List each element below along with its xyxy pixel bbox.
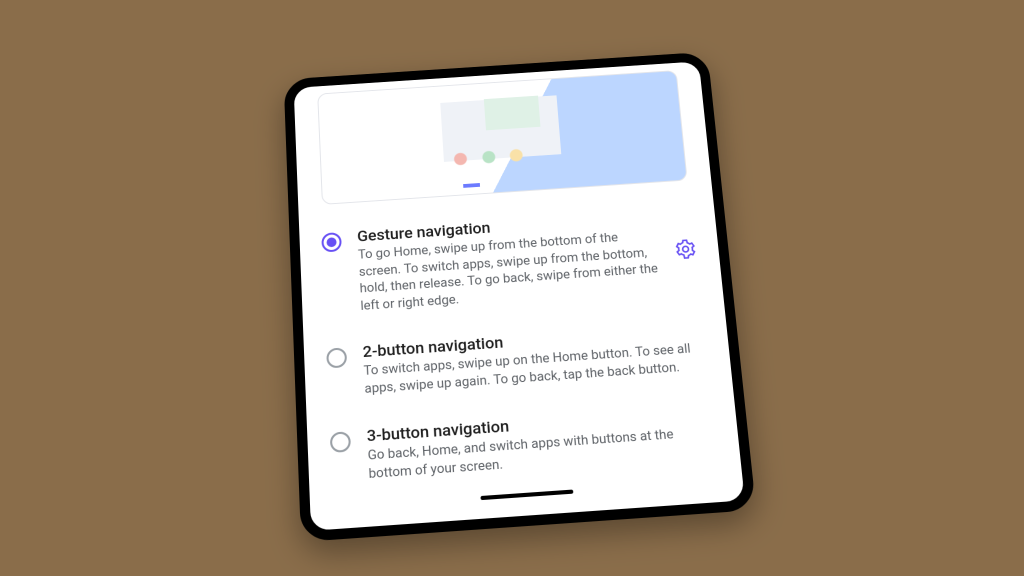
radio-2-button-navigation[interactable] <box>326 348 347 369</box>
home-indicator <box>480 490 573 501</box>
gesture-illustration <box>317 70 687 205</box>
radio-3-button-navigation[interactable] <box>330 432 351 454</box>
phone-frame: Gesture navigation To go Home, swipe up … <box>284 52 757 543</box>
radio-gesture-navigation[interactable] <box>321 232 342 252</box>
gear-icon[interactable] <box>674 238 700 261</box>
